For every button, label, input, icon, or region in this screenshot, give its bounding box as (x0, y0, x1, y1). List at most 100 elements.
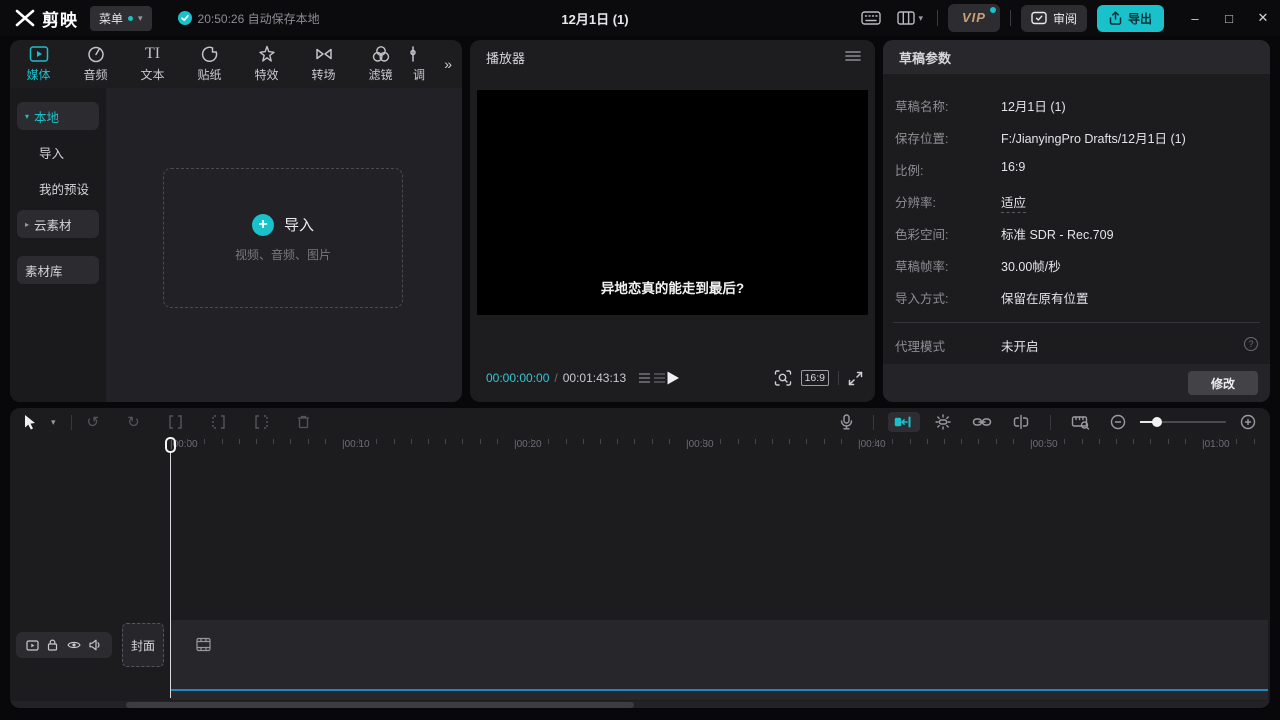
aspect-ratio-button[interactable]: 16:9 (801, 370, 829, 386)
audio-icon (86, 45, 106, 63)
draft-row-colorspace: 色彩空间: 标准 SDR - Rec.709 (883, 224, 1270, 244)
draft-row-import-mode: 导入方式: 保留在原有位置 (883, 288, 1270, 308)
scrollbar-thumb[interactable] (126, 702, 634, 708)
draft-footer: 修改 (883, 364, 1270, 402)
vip-button[interactable]: VIP (948, 4, 1000, 32)
undo-button[interactable]: ↺ (82, 410, 105, 434)
video-track[interactable] (171, 620, 1268, 700)
frame-list-icon[interactable] (639, 372, 650, 385)
import-dropzone[interactable]: + 导入 视频、音频、图片 (163, 168, 403, 308)
slider-handle[interactable] (1152, 417, 1162, 427)
timeline-zoom-slider[interactable] (1140, 421, 1226, 423)
modify-button[interactable]: 修改 (1188, 371, 1258, 395)
divider (838, 371, 839, 385)
main-track-magnet-toggle[interactable] (888, 412, 920, 432)
player-menu-icon[interactable] (845, 50, 861, 62)
menu-notification-dot (128, 16, 133, 21)
zoom-out-button[interactable] (1104, 411, 1132, 433)
divider (71, 415, 72, 430)
record-voiceover-button[interactable] (834, 411, 859, 433)
tab-audio[interactable]: 音频 (67, 40, 124, 88)
draft-panel-title: 草稿参数 (883, 40, 1270, 74)
divider (1010, 10, 1011, 26)
cover-button[interactable]: 封面 (122, 623, 164, 667)
play-button[interactable] (665, 370, 680, 386)
maximize-button[interactable]: □ (1212, 0, 1246, 36)
total-time: 00:01:43:13 (563, 371, 626, 385)
sidebar-item-local[interactable]: ▾ 本地 (17, 102, 99, 130)
auto-snap-toggle[interactable] (928, 411, 958, 433)
title-bar: 剪映 菜单 ▾ 20:50:26 自动保存本地 12月1日 (1) ▾ (0, 0, 1280, 36)
sidebar-item-presets[interactable]: 我的预设 (17, 174, 99, 202)
media-sidebar: ▾ 本地 导入 我的预设 ▸ 云素材 素材库 (10, 88, 106, 402)
check-circle-icon (178, 11, 192, 25)
fullscreen-icon[interactable] (848, 371, 863, 386)
menu-button[interactable]: 菜单 ▾ (90, 6, 152, 31)
tab-label: 转场 (311, 66, 335, 83)
preview-axis-toggle[interactable] (1006, 411, 1036, 433)
autosave-status: 20:50:26 自动保存本地 (178, 10, 320, 27)
slider-track[interactable] (1140, 421, 1226, 423)
divider (1050, 415, 1051, 430)
tab-text[interactable]: TI 文本 (124, 40, 181, 88)
sidebar-item-label: 我的预设 (39, 179, 89, 198)
field-label: 代理模式 (895, 336, 945, 355)
layout-switch-button[interactable]: ▾ (893, 6, 927, 30)
sidebar-item-library[interactable]: 素材库 (17, 256, 99, 284)
shortcut-keyboard-button[interactable] (857, 6, 885, 30)
timeline-ruler[interactable]: |00:00|00:10|00:20|00:30|00:40|00:50|01:… (170, 436, 1270, 458)
expand-tabs-button[interactable]: » (438, 40, 458, 88)
trim-right-button[interactable] (249, 412, 274, 432)
eye-icon[interactable] (67, 640, 81, 650)
sidebar-item-label: 本地 (34, 107, 59, 126)
split-button[interactable] (163, 412, 188, 432)
tab-sticker[interactable]: 贴纸 (181, 40, 238, 88)
export-button[interactable]: 导出 (1097, 5, 1164, 32)
speaker-icon[interactable] (89, 639, 102, 651)
tab-transition[interactable]: 转场 (295, 40, 352, 88)
select-tool-caret[interactable]: ▾ (46, 414, 61, 431)
track-overlay-icon[interactable] (26, 640, 39, 651)
zoom-in-button[interactable] (1234, 411, 1262, 433)
adjust-icon (409, 45, 429, 63)
frame-list-icon[interactable] (654, 372, 665, 385)
tab-adjust-clipped[interactable]: 调 (409, 40, 429, 88)
vip-notification-dot (990, 7, 996, 13)
trim-left-button[interactable] (206, 412, 231, 432)
playhead-handle[interactable] (165, 437, 176, 453)
lock-icon[interactable] (47, 639, 58, 651)
field-label: 导入方式: (895, 288, 948, 307)
tab-effects[interactable]: 特效 (238, 40, 295, 88)
review-button[interactable]: 审阅 (1021, 5, 1087, 32)
info-icon[interactable]: ? (1244, 337, 1258, 351)
sidebar-item-cloud[interactable]: ▸ 云素材 (17, 210, 99, 238)
audio-track-line[interactable] (171, 689, 1268, 691)
tab-filter[interactable]: 滤镜 (352, 40, 409, 88)
sidebar-item-import[interactable]: 导入 (17, 138, 99, 166)
time-separator: / (554, 371, 557, 385)
import-hint: 视频、音频、图片 (235, 246, 331, 263)
media-icon (29, 45, 49, 63)
link-toggle[interactable] (966, 412, 998, 432)
select-tool-button[interactable] (18, 411, 42, 433)
tab-label: 滤镜 (368, 66, 392, 83)
field-value-editable[interactable]: 适应 (1001, 192, 1026, 213)
redo-button[interactable]: ↻ (122, 410, 145, 434)
delete-button[interactable] (292, 412, 315, 432)
media-tabs: 媒体 音频 TI 文本 贴纸 (10, 40, 462, 88)
minimize-button[interactable]: – (1178, 0, 1212, 36)
sidebar-item-label: 素材库 (25, 261, 63, 280)
vip-label: VIP (962, 10, 986, 25)
close-button[interactable]: ✕ (1246, 0, 1280, 36)
export-label: 导出 (1128, 10, 1152, 27)
document-title: 12月1日 (1) (480, 0, 710, 36)
tab-media[interactable]: 媒体 (10, 40, 67, 88)
plus-icon: + (252, 214, 274, 236)
player-title: 播放器 (486, 48, 525, 67)
divider (893, 322, 1260, 323)
preview-quality-icon[interactable] (774, 370, 792, 386)
review-label: 审阅 (1053, 10, 1077, 27)
fit-timeline-button[interactable] (1065, 412, 1096, 433)
video-viewport[interactable]: 异地恋真的能走到最后? (477, 90, 868, 315)
timecode: 00:00:00:00 / 00:01:43:13 (486, 371, 665, 385)
